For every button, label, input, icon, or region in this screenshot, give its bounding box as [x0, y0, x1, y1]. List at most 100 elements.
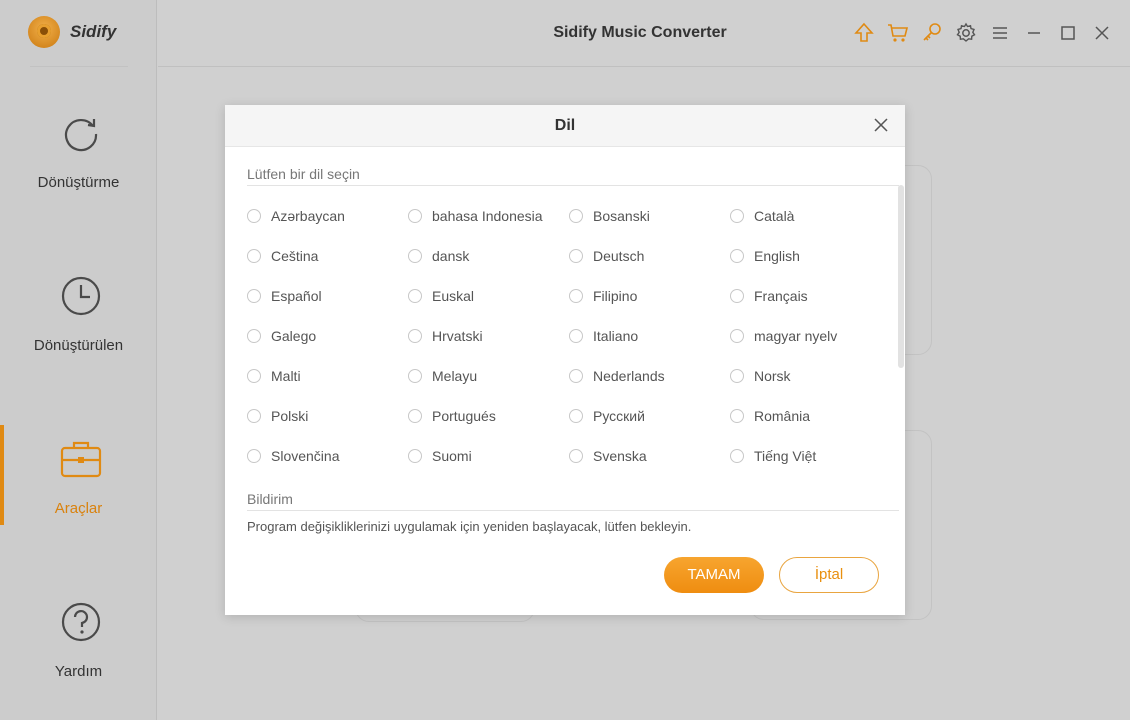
language-option[interactable]: Tiếng Việt: [730, 446, 816, 466]
sidebar-item-convert[interactable]: Dönüştürme: [0, 112, 157, 242]
language-option[interactable]: Polski: [247, 406, 308, 426]
key-icon[interactable]: [921, 22, 943, 44]
sidebar-item-converted[interactable]: Dönüştürülen: [0, 275, 157, 405]
language-option-label: Español: [271, 288, 322, 304]
language-list-scrollbar[interactable]: [898, 185, 904, 368]
cancel-button[interactable]: İptal: [779, 557, 879, 593]
language-option[interactable]: Malti: [247, 366, 301, 386]
language-option-label: Malti: [271, 368, 301, 384]
language-option[interactable]: Slovenčina: [247, 446, 340, 466]
app-logo: Sidify: [28, 16, 116, 48]
language-option[interactable]: Català: [730, 206, 794, 226]
language-option-label: Filipino: [593, 288, 638, 304]
radio-button[interactable]: [247, 409, 261, 423]
radio-button[interactable]: [569, 409, 583, 423]
language-option[interactable]: Deutsch: [569, 246, 644, 266]
radio-button[interactable]: [408, 409, 422, 423]
sidebar-item-help[interactable]: Yardım: [0, 601, 157, 720]
language-option[interactable]: Français: [730, 286, 808, 306]
language-option-label: Ceština: [271, 248, 319, 264]
language-option-label: Nederlands: [593, 368, 665, 384]
radio-button[interactable]: [569, 329, 583, 343]
radio-button[interactable]: [569, 289, 583, 303]
language-option[interactable]: Ceština: [247, 246, 318, 266]
radio-button[interactable]: [408, 209, 422, 223]
language-option-label: Suomi: [432, 448, 472, 464]
language-option[interactable]: bahasa Indonesia: [408, 206, 543, 226]
menu-icon[interactable]: [989, 22, 1011, 44]
language-dialog: Dil Lütfen bir dil seçin Azərbaycan bahas…: [225, 105, 905, 615]
sidebar-item-label: Yardım: [54, 663, 103, 680]
language-option-label: Русский: [593, 408, 645, 424]
language-option-label: Azərbaycan: [271, 208, 345, 224]
sidebar-divider: [30, 66, 128, 67]
toolbox-icon: [60, 441, 102, 478]
close-icon[interactable]: [1091, 22, 1113, 44]
radio-button[interactable]: [408, 249, 422, 263]
language-option-label: Melayu: [432, 368, 478, 384]
dialog-close-icon[interactable]: [871, 115, 891, 135]
language-option[interactable]: Azərbaycan: [247, 206, 345, 226]
radio-button[interactable]: [730, 449, 744, 463]
language-option[interactable]: Bosanski: [569, 206, 650, 226]
cart-icon[interactable]: [887, 22, 909, 44]
radio-button[interactable]: [247, 329, 261, 343]
language-option[interactable]: Norsk: [730, 366, 791, 386]
radio-button[interactable]: [569, 249, 583, 263]
radio-button[interactable]: [408, 449, 422, 463]
radio-button[interactable]: [247, 249, 261, 263]
sidebar-item-label: Dönüştürülen: [33, 337, 124, 354]
dialog-title: Dil: [554, 117, 576, 134]
maximize-icon[interactable]: [1057, 22, 1079, 44]
radio-button[interactable]: [730, 209, 744, 223]
radio-button[interactable]: [247, 369, 261, 383]
language-option[interactable]: România: [730, 406, 810, 426]
gear-icon[interactable]: [955, 22, 977, 44]
radio-button[interactable]: [247, 209, 261, 223]
radio-button[interactable]: [569, 449, 583, 463]
minimize-icon[interactable]: [1023, 22, 1045, 44]
radio-button[interactable]: [408, 329, 422, 343]
language-option-label: Galego: [271, 328, 317, 344]
language-option[interactable]: Svenska: [569, 446, 647, 466]
radio-button[interactable]: [247, 449, 261, 463]
language-option[interactable]: Nederlands: [569, 366, 665, 386]
select-language-label: Lütfen bir dil seçin: [247, 166, 360, 182]
upgrade-icon[interactable]: [853, 22, 875, 44]
language-option-label: English: [754, 248, 800, 264]
language-option[interactable]: Portugués: [408, 406, 496, 426]
language-option[interactable]: Español: [247, 286, 322, 306]
radio-button[interactable]: [408, 289, 422, 303]
notice-text: Program değişikliklerinizi uygulamak içi…: [247, 519, 692, 534]
language-option[interactable]: Filipino: [569, 286, 637, 306]
radio-button[interactable]: [730, 329, 744, 343]
logo-text: Sidify: [70, 22, 117, 41]
language-option[interactable]: Euskal: [408, 286, 474, 306]
radio-button[interactable]: [730, 409, 744, 423]
sidebar-item-tools[interactable]: Araçlar: [0, 438, 157, 568]
language-option[interactable]: magyar nyelv: [730, 326, 837, 346]
ok-button[interactable]: TAMAM: [664, 557, 764, 593]
language-option-label: bahasa Indonesia: [432, 208, 543, 224]
radio-button[interactable]: [247, 289, 261, 303]
language-option[interactable]: Melayu: [408, 366, 477, 386]
radio-button[interactable]: [730, 369, 744, 383]
language-option-label: Slovenčina: [271, 448, 340, 464]
radio-button[interactable]: [569, 209, 583, 223]
dialog-header: Dil: [225, 105, 905, 147]
radio-button[interactable]: [730, 249, 744, 263]
language-option[interactable]: English: [730, 246, 800, 266]
sidebar-item-label: Dönüştürme: [37, 174, 120, 191]
language-option[interactable]: Русский: [569, 406, 645, 426]
language-option-label: Polski: [271, 408, 309, 424]
help-icon: [61, 602, 101, 642]
language-option[interactable]: Galego: [247, 326, 316, 346]
language-option[interactable]: Italiano: [569, 326, 638, 346]
radio-button[interactable]: [730, 289, 744, 303]
language-option[interactable]: dansk: [408, 246, 469, 266]
language-option[interactable]: Suomi: [408, 446, 472, 466]
language-option[interactable]: Hrvatski: [408, 326, 483, 346]
radio-button[interactable]: [569, 369, 583, 383]
radio-button[interactable]: [408, 369, 422, 383]
sidebar-item-label: Araçlar: [54, 500, 103, 517]
